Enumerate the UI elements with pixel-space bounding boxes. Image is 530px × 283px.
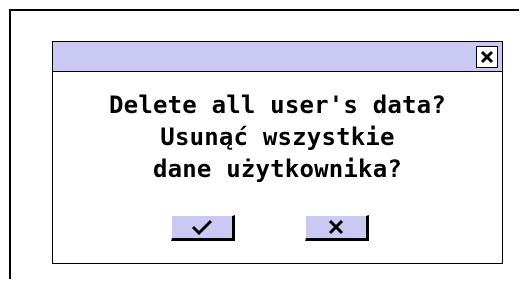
cancel-button[interactable]: [305, 215, 369, 241]
dialog-title-bar: [53, 42, 502, 72]
message-line-pl-1: Usunąć wszystkie: [160, 123, 395, 151]
confirm-delete-dialog: Delete all user's data? Usunąć wszystkie…: [52, 41, 503, 264]
x-icon: [328, 219, 344, 235]
confirm-button[interactable]: [171, 215, 235, 241]
message-line-pl-2: dane użytkownika?: [152, 155, 403, 183]
message-line-en: Delete all user's data?: [109, 91, 446, 119]
checkmark-icon: [191, 219, 213, 235]
close-button[interactable]: [476, 46, 498, 68]
close-icon: [480, 50, 494, 64]
dialog-message: Delete all user's data? Usunąć wszystkie…: [53, 89, 502, 185]
